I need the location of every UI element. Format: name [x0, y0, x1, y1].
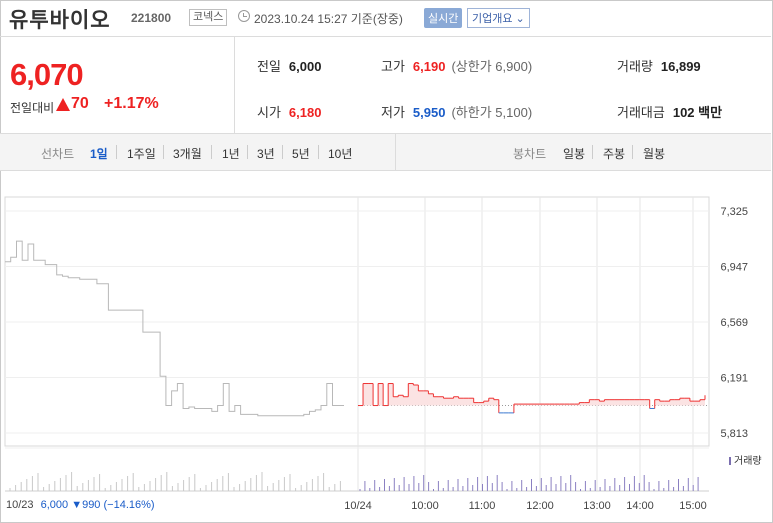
- y-tick-label: 6,569: [720, 317, 748, 329]
- volume-legend-swatch: [729, 457, 731, 465]
- y-tick-label: 6,947: [720, 262, 748, 274]
- x-tick-label: 15:00: [679, 500, 707, 512]
- today-up-fill: [358, 383, 705, 406]
- x-tick-label: 13:00: [583, 500, 611, 512]
- prev-day-series: [5, 240, 344, 417]
- x-tick-label: 10:00: [411, 500, 439, 512]
- y-tick-label: 7,325: [720, 206, 748, 218]
- x-tick-label: 10/24: [344, 500, 372, 512]
- volume-legend: 거래량: [729, 452, 762, 467]
- price-chart: 7,325 6,947 6,569 6,191 5,813 10/24 10:00 11:00…: [4, 196, 748, 512]
- y-tick-label: 5,813: [720, 428, 748, 440]
- x-tick-label: 14:00: [626, 500, 654, 512]
- x-tick-label: 12:00: [526, 500, 554, 512]
- prev-day-summary: 10/23 6,000 ▼990 (−14.16%): [6, 499, 155, 511]
- x-tick-label: 11:00: [469, 500, 496, 512]
- y-tick-label: 6,191: [720, 373, 748, 385]
